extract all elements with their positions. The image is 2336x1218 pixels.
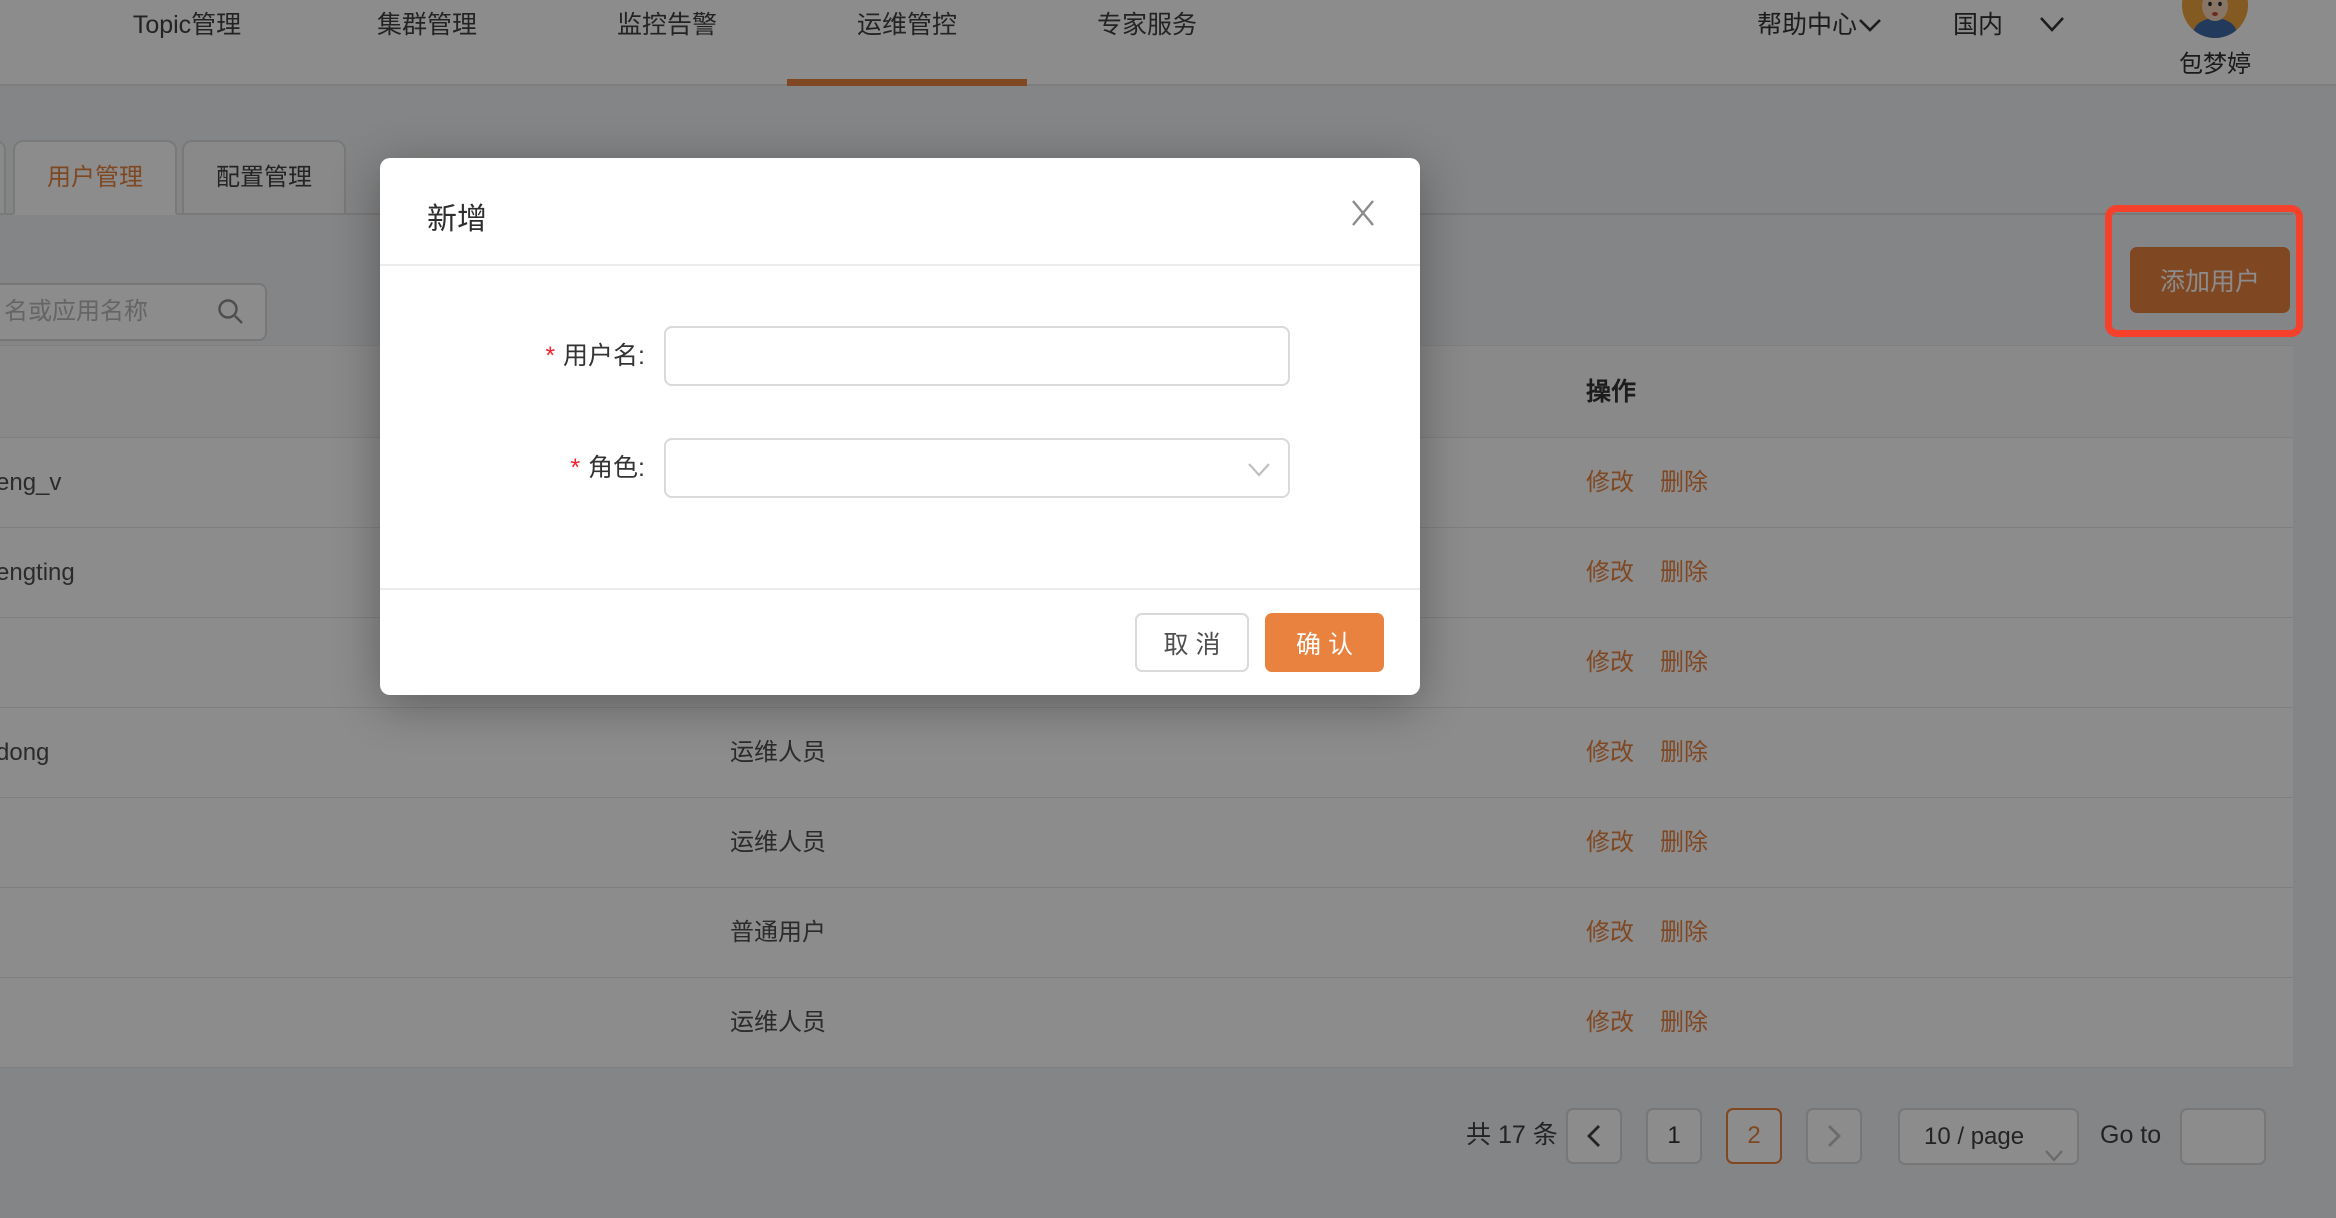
- role-select[interactable]: [664, 438, 1290, 498]
- add-user-dialog: 新增 *用户名: *角色: 取 消 确 认: [380, 158, 1420, 695]
- required-asterisk: *: [570, 454, 580, 482]
- cancel-button[interactable]: 取 消: [1135, 613, 1249, 672]
- role-field-label: *角色:: [570, 438, 645, 498]
- confirm-button[interactable]: 确 认: [1265, 613, 1384, 672]
- chevron-down-icon: [1246, 461, 1272, 484]
- close-icon[interactable]: [1346, 196, 1380, 230]
- dialog-header-divider: [380, 264, 1420, 266]
- dialog-title: 新增: [427, 194, 487, 238]
- username-field[interactable]: [664, 326, 1290, 386]
- app-window: Topic管理 集群管理 监控告警 运维管控 专家服务 帮助中心 国内 包梦婷: [0, 0, 2336, 1218]
- required-asterisk: *: [545, 342, 555, 370]
- username-field-label: *用户名:: [545, 326, 645, 386]
- dialog-footer-divider: [380, 588, 1420, 590]
